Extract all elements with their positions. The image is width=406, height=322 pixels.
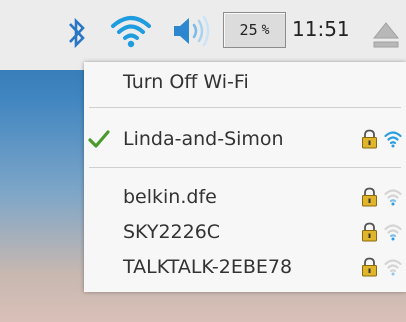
bluetooth-icon[interactable] (66, 14, 88, 52)
cpu-usage-value: 25 (239, 21, 258, 39)
clock[interactable]: 11:51 (292, 17, 350, 41)
lock-icon (362, 129, 377, 149)
turn-off-wifi-item[interactable]: Turn Off Wi-Fi (84, 64, 406, 100)
network-item-talktalk-2ebe78[interactable]: TALKTALK-2EBE78 (84, 249, 406, 285)
cpu-usage-unit: % (261, 22, 270, 38)
taskbar: 25 % 11:51 (0, 0, 406, 70)
wifi-signal-strong-icon (384, 131, 402, 148)
network-ssid: TALKTALK-2EBE78 (123, 256, 293, 278)
network-item-linda-and-simon[interactable]: Linda-and-Simon (84, 121, 406, 157)
wifi-network-menu: Turn Off Wi-Fi Linda-and-Simon belkin.df… (84, 62, 406, 292)
wifi-signal-weak-icon (384, 224, 402, 241)
wifi-icon[interactable] (110, 13, 152, 49)
eject-icon[interactable] (370, 18, 402, 52)
turn-off-wifi-label: Turn Off Wi-Fi (123, 71, 249, 93)
menu-separator (89, 107, 401, 108)
cpu-usage-monitor[interactable]: 25 % (223, 12, 286, 48)
network-item-sky2226c[interactable]: SKY2226C (84, 214, 406, 250)
menu-separator (89, 167, 401, 168)
wifi-signal-weak-icon (384, 259, 402, 276)
volume-icon[interactable] (172, 14, 214, 48)
lock-icon (362, 187, 377, 207)
network-ssid: SKY2226C (123, 221, 221, 243)
network-ssid: Linda-and-Simon (123, 128, 284, 150)
lock-icon (362, 257, 377, 277)
lock-icon (362, 222, 377, 242)
checkmark-icon (88, 130, 110, 148)
network-ssid: belkin.dfe (123, 186, 217, 208)
network-item-belkin-dfe[interactable]: belkin.dfe (84, 179, 406, 215)
wifi-signal-weak-icon (384, 189, 402, 206)
